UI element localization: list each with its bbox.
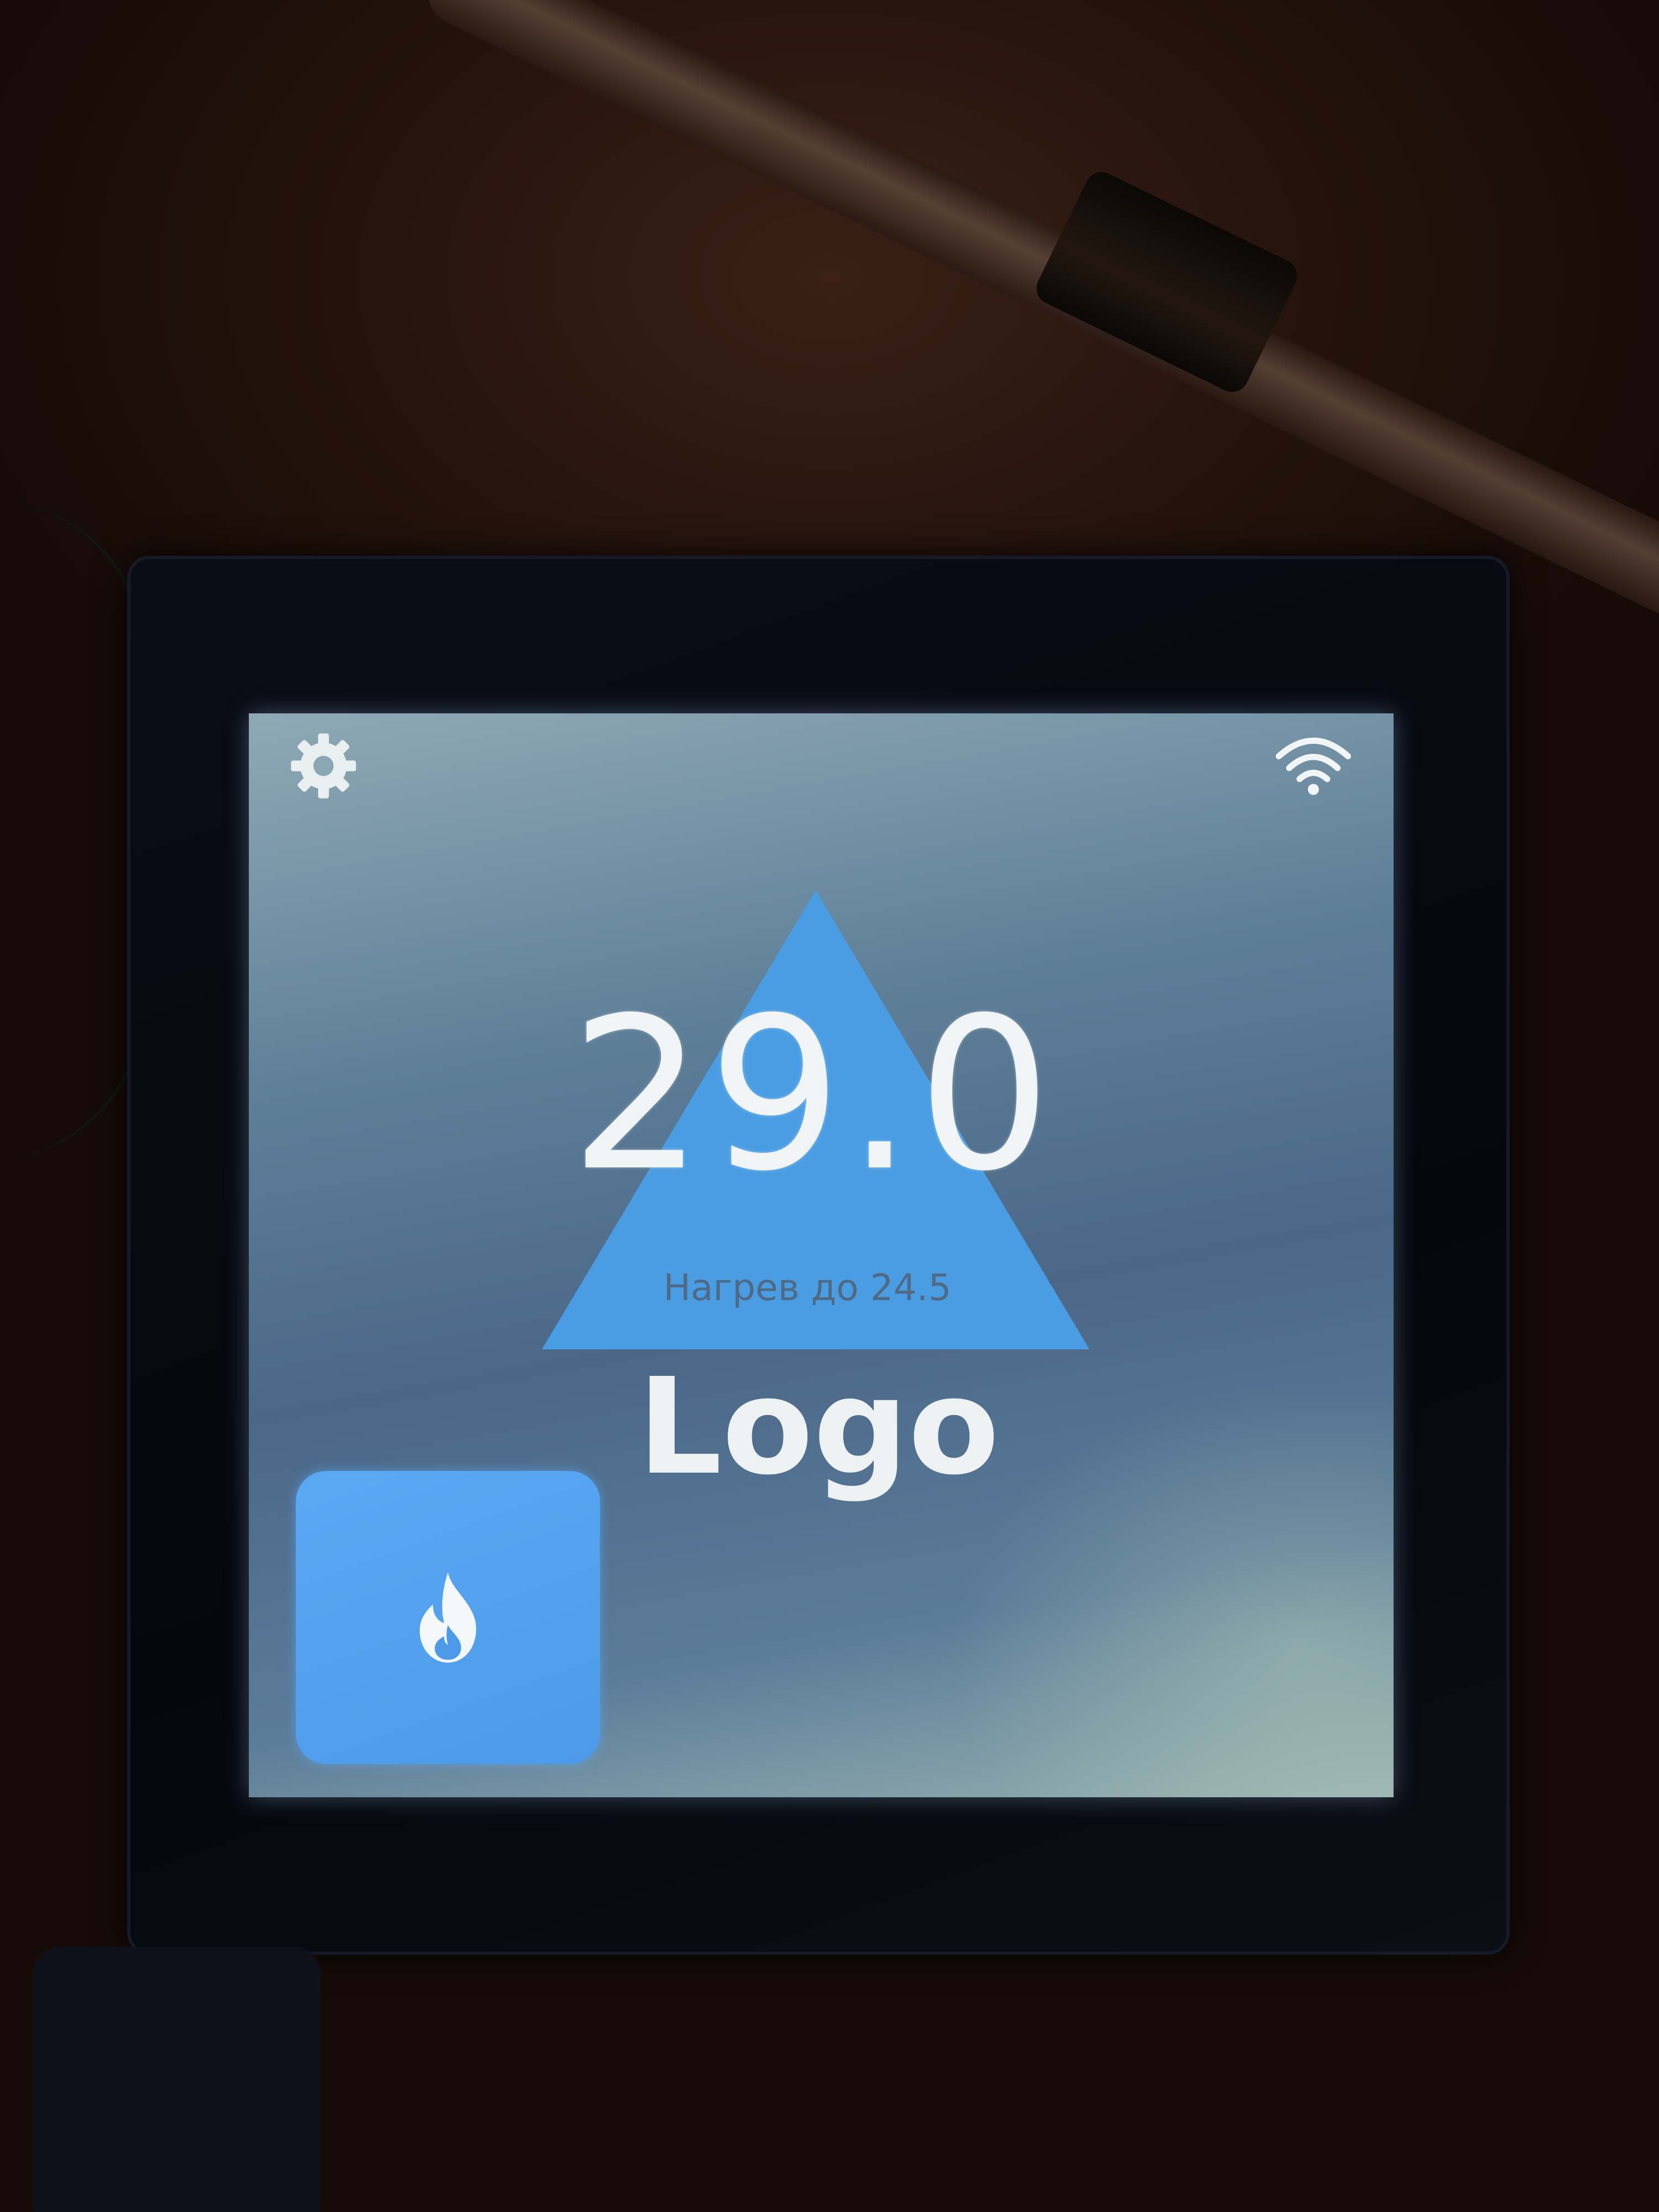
heating-mode-button[interactable] xyxy=(296,1471,600,1764)
thermostat-screen: 29.0 Нагрев до 24.5 Logo xyxy=(249,713,1394,1797)
heating-target-label: Нагрев до 24.5 xyxy=(663,1266,952,1309)
flame-icon xyxy=(420,1572,476,1663)
settings-button[interactable] xyxy=(285,727,362,805)
brand-logo: Logo xyxy=(637,1349,1000,1504)
current-temperature: 29.0 xyxy=(570,972,1056,1217)
photo-scene: 29.0 Нагрев до 24.5 Logo xyxy=(0,0,1659,2212)
background-object xyxy=(33,1947,321,2212)
wifi-status[interactable] xyxy=(1272,727,1355,799)
wifi-icon xyxy=(1275,737,1352,795)
background-cable xyxy=(417,0,1659,639)
gear-icon xyxy=(291,733,356,799)
